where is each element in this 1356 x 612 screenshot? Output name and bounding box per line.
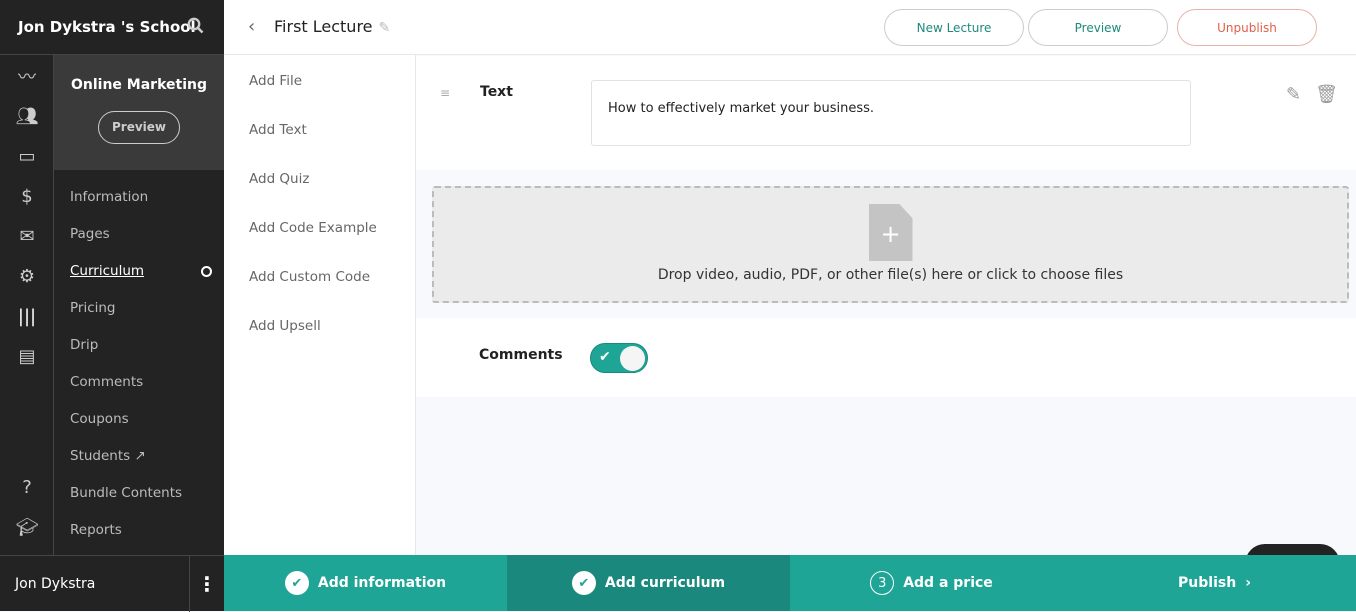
library-icon[interactable]: ||| (16, 305, 38, 327)
comments-label: Comments (479, 347, 563, 363)
drag-handle-icon[interactable]: ≡ (440, 86, 450, 100)
step-publish[interactable]: Publish › (1073, 555, 1356, 611)
more-vertical-icon[interactable]: ⋮ (189, 556, 224, 612)
nav-coupons[interactable]: Coupons (54, 404, 224, 441)
lecture-header: ‹ First Lecture ✎ New Lecture Preview Unp… (224, 0, 1356, 55)
add-content-panel: Add File Add Text Add Quiz Add Code Exam… (224, 55, 416, 555)
user-name: Jon Dykstra (15, 575, 96, 592)
edit-icon[interactable]: ✎ (1286, 84, 1301, 105)
nav-students[interactable]: Students ↗ (54, 441, 224, 478)
icon-rail: 〰 👥︎ ▭ $ ✉ ⚙ ||| ▤ ? 🎓︎ (0, 55, 54, 555)
lecture-title: First Lecture (274, 17, 373, 36)
chevron-left-icon[interactable]: ‹ (248, 16, 255, 37)
progress-steps: ✔ Add information ✔ Add curriculum 3 Add a … (224, 555, 1356, 611)
dollar-icon[interactable]: $ (16, 185, 38, 207)
add-text[interactable]: Add Text (224, 104, 415, 153)
new-lecture-button[interactable]: New Lecture (884, 9, 1024, 46)
step-number: 3 (870, 571, 895, 595)
nav-information[interactable]: Information (54, 182, 224, 219)
step-label: Publish (1178, 575, 1237, 591)
calendar-icon[interactable]: ▤ (16, 345, 38, 367)
step-add-curriculum[interactable]: ✔ Add curriculum (507, 555, 790, 611)
nav-pricing[interactable]: Pricing (54, 293, 224, 330)
add-code-example[interactable]: Add Code Example (224, 202, 415, 251)
mail-icon[interactable]: ✉ (16, 225, 38, 247)
check-icon: ✔ (599, 349, 611, 365)
help-icon[interactable]: ? (16, 476, 38, 498)
preview-button[interactable]: Preview (1028, 9, 1168, 46)
text-block: ≡ Text How to effectively market your bu… (416, 56, 1356, 170)
chevron-right-icon: › (1245, 575, 1251, 591)
file-dropzone[interactable]: + Drop video, audio, PDF, or other file(… (432, 186, 1349, 303)
nav-label: Students (70, 448, 131, 464)
add-custom-code[interactable]: Add Custom Code (224, 251, 415, 300)
comments-row: Comments ✔ (416, 318, 1356, 397)
nav-label: Curriculum (70, 263, 145, 279)
course-nav: Online Marketing Preview Information Page… (54, 55, 224, 555)
nav-pages[interactable]: Pages (54, 219, 224, 256)
school-name[interactable]: Jon Dykstra 's School (0, 0, 224, 55)
step-label: Add a price (903, 575, 993, 591)
add-upsell[interactable]: Add Upsell (224, 300, 415, 349)
unpublish-button[interactable]: Unpublish (1177, 9, 1317, 46)
analytics-icon[interactable]: 〰 (16, 65, 38, 88)
text-block-content[interactable]: How to effectively market your business. (591, 80, 1191, 146)
course-title: Online Marketing (71, 77, 207, 93)
graduation-cap-icon[interactable]: 🎓︎ (16, 516, 39, 538)
nav-drip[interactable]: Drip (54, 330, 224, 367)
trash-icon[interactable]: 🗑︎ (1315, 84, 1338, 105)
gear-icon[interactable]: ⚙ (16, 265, 38, 287)
check-circle-icon: ✔ (284, 571, 309, 595)
user-menu[interactable]: Jon Dykstra ⋮ (0, 555, 224, 612)
school-title: Jon Dykstra 's School (18, 18, 196, 36)
file-add-icon: + (868, 204, 913, 261)
active-indicator-icon (201, 266, 212, 277)
devices-icon[interactable]: ▭ (16, 145, 38, 167)
step-label: Add curriculum (604, 575, 726, 591)
comments-toggle[interactable]: ✔ (590, 343, 648, 373)
dropzone-message: Drop video, audio, PDF, or other file(s)… (657, 267, 1124, 283)
add-quiz[interactable]: Add Quiz (224, 153, 415, 202)
nav-comments[interactable]: Comments (54, 367, 224, 404)
nav-reports[interactable]: Reports (54, 515, 224, 552)
step-add-price[interactable]: 3 Add a price (790, 555, 1073, 611)
external-link-icon: ↗ (134, 448, 146, 464)
check-circle-icon: ✔ (571, 571, 596, 595)
add-file[interactable]: Add File (224, 55, 415, 104)
users-icon[interactable]: 👥︎ (16, 105, 39, 127)
nav-curriculum[interactable]: Curriculum (54, 256, 224, 293)
course-preview-button[interactable]: Preview (98, 111, 180, 144)
pencil-icon[interactable]: ✎ (379, 20, 391, 36)
step-add-information[interactable]: ✔ Add information (224, 555, 507, 611)
text-block-label: Text (480, 84, 513, 100)
step-label: Add information (317, 575, 447, 591)
search-icon[interactable] (187, 17, 204, 38)
nav-bundle-contents[interactable]: Bundle Contents (54, 478, 224, 515)
